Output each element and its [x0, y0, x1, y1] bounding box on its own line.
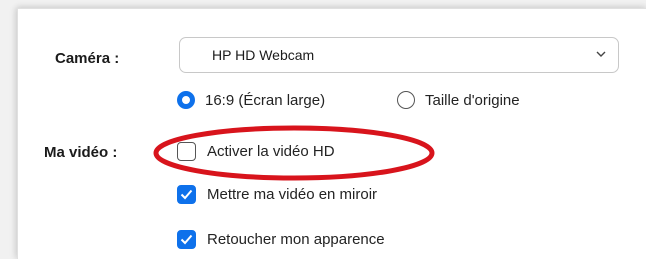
radio-original-size[interactable]: Taille d'origine [397, 91, 520, 109]
my-video-label: Ma vidéo : [44, 144, 118, 161]
checkmark-icon [180, 234, 193, 245]
camera-label: Caméra : [55, 50, 120, 67]
radio-widescreen-button[interactable] [177, 91, 195, 109]
checkbox-touch-up-box[interactable] [177, 230, 196, 249]
checkmark-icon [180, 189, 193, 200]
chevron-down-icon [596, 51, 606, 57]
checkbox-touch-up[interactable]: Retoucher mon apparence [177, 230, 385, 249]
checkbox-hd-video-label: Activer la vidéo HD [207, 143, 335, 160]
radio-widescreen[interactable]: 16:9 (Écran large) [177, 91, 325, 109]
checkbox-mirror-video-label: Mettre ma vidéo en miroir [207, 186, 378, 203]
checkbox-hd-video[interactable]: Activer la vidéo HD [177, 142, 335, 161]
camera-select-value: HP HD Webcam [212, 47, 315, 63]
checkbox-touch-up-label: Retoucher mon apparence [207, 231, 385, 248]
radio-widescreen-label: 16:9 (Écran large) [205, 91, 326, 109]
camera-select[interactable]: HP HD Webcam [179, 37, 619, 73]
radio-original-size-button[interactable] [397, 91, 415, 109]
radio-original-size-label: Taille d'origine [425, 91, 520, 109]
checkbox-mirror-video[interactable]: Mettre ma vidéo en miroir [177, 185, 377, 204]
checkbox-hd-video-box[interactable] [177, 142, 196, 161]
checkbox-mirror-video-box[interactable] [177, 185, 196, 204]
